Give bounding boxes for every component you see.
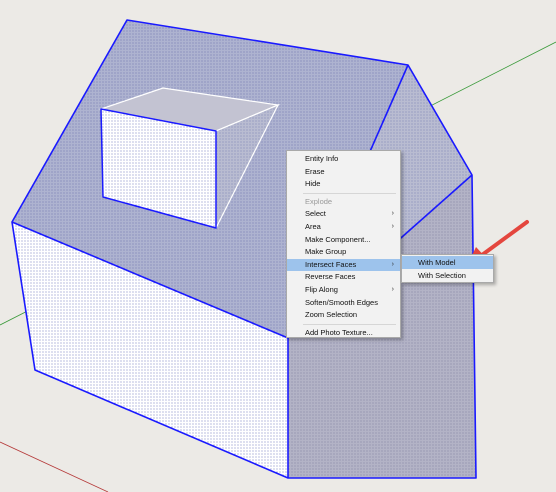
menu-item-label: Add Photo Texture...: [305, 327, 373, 337]
menu-item-intersect-faces[interactable]: Intersect Faces ›: [287, 258, 400, 272]
menu-item-label: Zoom Selection: [305, 310, 358, 320]
red-axis: [0, 441, 109, 492]
menu-item-reverse-faces[interactable]: Reverse Faces: [287, 271, 400, 284]
menu-item-label: Soften/Smooth Edges: [305, 297, 378, 307]
model-viewport[interactable]: [0, 0, 556, 492]
submenu-arrow-icon: ›: [391, 222, 394, 230]
menu-item-label: Erase: [305, 166, 325, 176]
menu-item-erase[interactable]: Erase: [287, 166, 400, 179]
menu-item-soften-smooth-edges[interactable]: Soften/Smooth Edges: [287, 297, 400, 310]
menu-item-make-component[interactable]: Make Component...: [287, 234, 400, 247]
submenu-arrow-icon: ›: [391, 210, 394, 218]
menu-item-label: Reverse Faces: [305, 272, 356, 282]
menu-item-zoom-selection[interactable]: Zoom Selection: [287, 309, 400, 322]
menu-item-entity-info[interactable]: Entity Info: [287, 153, 400, 166]
menu-item-label: Make Group: [305, 247, 347, 257]
menu-item-make-group[interactable]: Make Group: [287, 246, 400, 259]
menu-item-select[interactable]: Select ›: [287, 208, 400, 221]
menu-item-label: Explode: [305, 196, 333, 206]
submenu-item-label: With Model: [418, 258, 456, 267]
menu-item-label: Area: [305, 221, 321, 231]
context-menu: Entity Info Erase Hide Explode Select › A…: [286, 150, 401, 338]
submenu-item-with-model[interactable]: With Model: [402, 256, 493, 269]
menu-item-hide[interactable]: Hide: [287, 178, 400, 191]
menu-item-flip-along[interactable]: Flip Along ›: [287, 284, 400, 297]
menu-item-label: Make Component...: [305, 234, 371, 244]
menu-separator: [303, 323, 396, 325]
annotation-arrow-shaft: [480, 220, 529, 257]
menu-item-label: Intersect Faces: [305, 259, 357, 269]
menu-item-label: Entity Info: [305, 154, 339, 163]
menu-item-explode: Explode: [287, 196, 400, 209]
menu-item-label: Flip Along: [305, 284, 338, 294]
intersect-faces-submenu: With Model With Selection: [401, 254, 494, 283]
menu-item-label: Select: [305, 209, 326, 219]
submenu-item-with-selection[interactable]: With Selection: [402, 269, 493, 282]
submenu-arrow-icon: ›: [391, 285, 394, 293]
menu-separator: [303, 192, 396, 194]
submenu-arrow-icon: ›: [391, 260, 394, 268]
menu-item-label: Hide: [305, 179, 321, 189]
submenu-item-label: With Selection: [418, 271, 466, 280]
menu-item-area[interactable]: Area ›: [287, 221, 400, 234]
menu-item-add-photo-texture[interactable]: Add Photo Texture...: [287, 327, 400, 340]
